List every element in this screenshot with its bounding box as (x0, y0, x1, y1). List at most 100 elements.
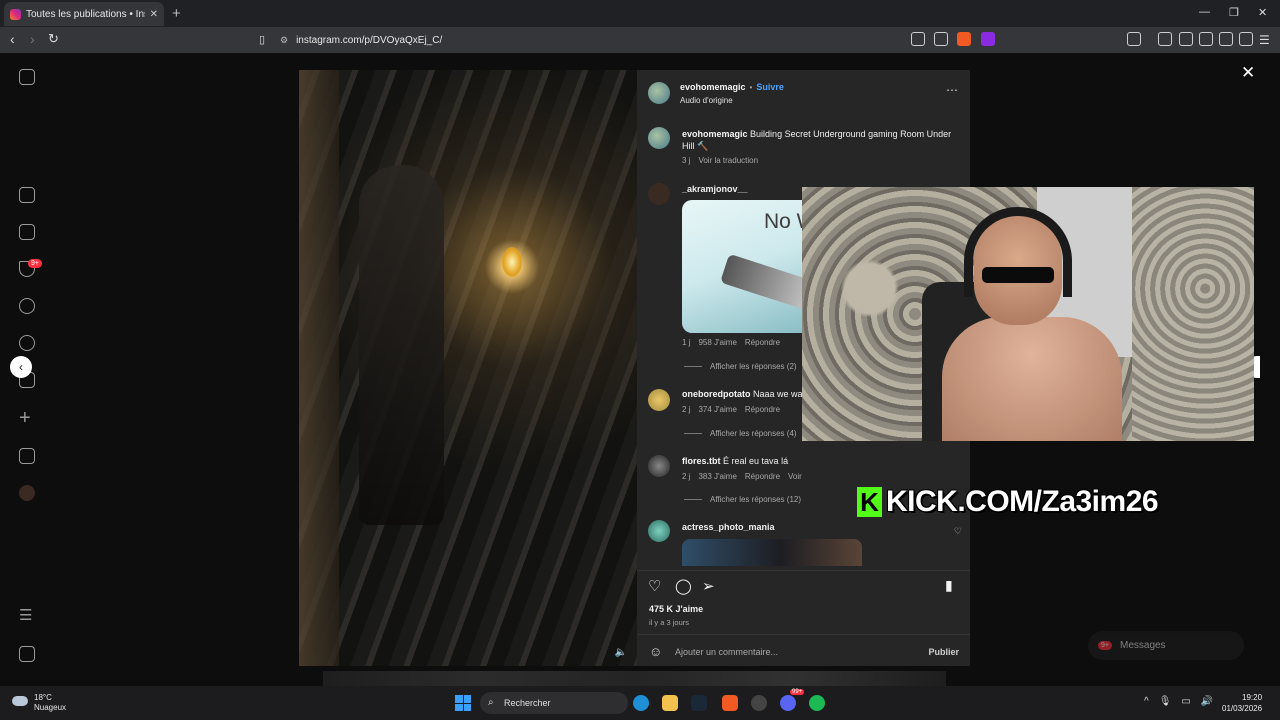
sidebar-toggle-icon[interactable] (1179, 32, 1193, 46)
clock[interactable]: 19:20 01/03/2026 (1222, 692, 1262, 714)
search-icon[interactable] (19, 298, 35, 314)
media-icon[interactable] (1158, 32, 1172, 46)
webcam-glasses (982, 267, 1054, 283)
browser-tab[interactable]: Toutes les publications • Insta ✕ (4, 2, 164, 26)
comment-avatar[interactable] (648, 183, 670, 205)
volume-icon[interactable]: 🔈 (615, 647, 627, 658)
brave-shield-icon[interactable] (957, 32, 971, 46)
publish-button[interactable]: Publier (928, 647, 959, 657)
comment-username[interactable]: _akramjonov__ (682, 184, 748, 194)
more-options-icon[interactable]: ⋯ (946, 83, 958, 97)
bookmark-page-icon[interactable]: ▯ (259, 33, 265, 46)
edge-icon[interactable] (633, 695, 649, 711)
menu-icon[interactable]: ☰ (1259, 33, 1270, 47)
reply-button[interactable]: Répondre (745, 472, 780, 481)
create-icon[interactable]: + (19, 408, 35, 428)
wallet-icon[interactable] (1199, 32, 1213, 46)
emoji-icon[interactable]: ☺ (649, 644, 662, 659)
see-translation-link[interactable]: Voir (788, 472, 802, 481)
spotify-icon[interactable] (809, 695, 825, 711)
like-icon[interactable]: ♡ (648, 577, 661, 595)
caption-avatar[interactable] (648, 127, 670, 149)
replies-line (684, 499, 702, 500)
network-icon[interactable]: ▭ (1181, 696, 1190, 707)
vpn-icon[interactable] (1239, 32, 1253, 46)
reload-icon[interactable]: ↻ (48, 31, 59, 47)
likes-count[interactable]: 475 K J'aime (649, 604, 703, 614)
show-replies[interactable]: Afficher les réponses (4) (684, 429, 797, 438)
microphone-icon[interactable]: 🎙 (1159, 696, 1172, 707)
comment-avatar[interactable] (648, 455, 670, 477)
share-icon[interactable]: ➢ (702, 577, 715, 595)
discord-icon[interactable] (780, 695, 796, 711)
comment-image[interactable] (682, 539, 862, 566)
caption-username[interactable]: evohomemagic (682, 129, 748, 139)
window-close-icon[interactable]: ✕ (1258, 6, 1267, 19)
comment-age: 2 j (682, 472, 691, 481)
cast-icon[interactable] (911, 32, 925, 46)
steam-icon[interactable] (691, 695, 707, 711)
reply-button[interactable]: Répondre (745, 405, 780, 414)
caption-age: 3 j (682, 156, 691, 165)
comment-icon[interactable]: ◯ (675, 577, 692, 595)
file-explorer-icon[interactable] (662, 695, 678, 711)
address-bar: ‹ › ↻ ▯ ⚙ instagram.com/p/DVOyaQxEj_C/ ☰ (0, 27, 1280, 53)
windows-taskbar: 18°C Nuageux ⌕ Rechercher 99+ ^ 🎙 ▭ 🔊 19… (0, 686, 1280, 720)
url-field[interactable]: ⚙ instagram.com/p/DVOyaQxEj_C/ (280, 31, 1000, 49)
weather-widget[interactable]: 18°C Nuageux (12, 693, 66, 713)
cloud-icon (12, 696, 28, 706)
tab-close-icon[interactable]: ✕ (150, 9, 158, 20)
comment-likes[interactable]: 958 J'aime (698, 338, 736, 347)
start-icon[interactable] (455, 695, 471, 711)
show-replies[interactable]: Afficher les réponses (12) (684, 495, 801, 504)
explore-icon[interactable] (19, 335, 35, 351)
comment-avatar[interactable] (648, 520, 670, 542)
comment-avatar[interactable] (648, 389, 670, 411)
profile-icon[interactable] (19, 485, 35, 501)
home-icon[interactable] (19, 187, 35, 203)
brave-rewards-icon[interactable] (981, 32, 995, 46)
brave-icon[interactable] (722, 695, 738, 711)
video-progress-strip[interactable] (323, 671, 946, 686)
taskbar-search[interactable]: ⌕ Rechercher (480, 692, 628, 714)
minimize-icon[interactable]: — (1199, 6, 1210, 18)
author-username[interactable]: evohomemagic (680, 82, 746, 92)
audio-label[interactable]: Audio d'origine (680, 96, 733, 105)
chevron-left-icon[interactable]: ‹ (10, 356, 32, 378)
show-replies[interactable]: Afficher les réponses (2) (684, 362, 797, 371)
comment-likes[interactable]: 374 J'aime (698, 405, 736, 414)
maximize-icon[interactable]: ❐ (1229, 6, 1239, 19)
dashboard-icon[interactable] (19, 448, 35, 464)
see-translation-link[interactable]: Voir la traduction (698, 156, 758, 165)
bookmark-icon[interactable]: ▮ (945, 577, 953, 594)
new-tab-button[interactable]: + (172, 5, 181, 22)
comment-username[interactable]: oneboredpotato (682, 389, 751, 399)
speaker-icon[interactable]: 🔊 (1201, 696, 1213, 707)
meta-apps-icon[interactable] (19, 646, 35, 662)
post-caption: evohomemagic Building Secret Underground… (682, 128, 952, 152)
app-icon[interactable] (751, 695, 767, 711)
post-video[interactable]: 🔈 (299, 70, 637, 666)
extensions-icon[interactable] (1127, 32, 1141, 46)
follow-button[interactable]: Suivre (756, 82, 784, 92)
close-icon[interactable]: ✕ (1241, 63, 1255, 83)
back-icon[interactable]: ‹ (10, 31, 15, 47)
messages-pill[interactable]: 9+ Messages (1088, 631, 1244, 660)
reply-button[interactable]: Répondre (745, 338, 780, 347)
more-icon[interactable]: ☰ (19, 608, 35, 625)
leo-ai-icon[interactable] (1219, 32, 1233, 46)
author-avatar[interactable] (648, 82, 670, 104)
forward-icon[interactable]: › (30, 31, 35, 47)
messages-badge: 9+ (1098, 641, 1112, 650)
chevron-up-icon[interactable]: ^ (1144, 696, 1149, 707)
reels-icon[interactable] (19, 224, 35, 240)
comment-username[interactable]: flores.tbt (682, 456, 721, 466)
webcam-overlay (802, 187, 1254, 441)
comment-username[interactable]: actress_photo_mania (682, 522, 775, 532)
instagram-icon[interactable] (19, 69, 35, 85)
comment-input[interactable]: Ajouter un commentaire... (675, 647, 778, 657)
share-page-icon[interactable] (934, 32, 948, 46)
comment-like-icon[interactable]: ♡ (954, 526, 962, 537)
site-info-icon[interactable]: ⚙ (280, 35, 288, 46)
comment-likes[interactable]: 383 J'aime (698, 472, 736, 481)
